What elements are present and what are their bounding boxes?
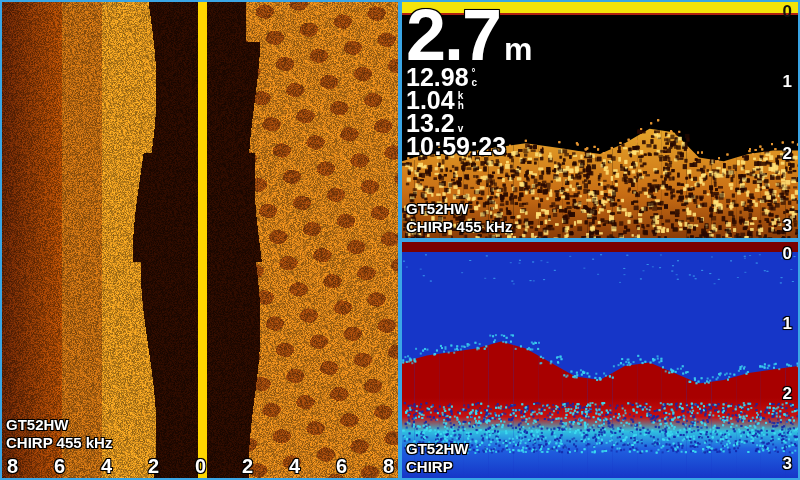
frequency-label: CHIRP (406, 458, 469, 476)
sonar-column: 01232.7m12.98°c1.04kh13.2v10:59:23GT52HW… (400, 0, 800, 480)
range-tick: 6 (54, 454, 65, 478)
readout-unit: kh (458, 91, 464, 111)
transducer-label: GT52HW (406, 440, 469, 458)
panel-labels: GT52HWCHIRP 455 kHz (406, 200, 512, 236)
depth-tick: 0 (783, 2, 792, 22)
panel-labels: GT52HWCHIRP 455 kHz (6, 416, 112, 452)
surface-bar (402, 242, 798, 252)
panel-labels: GT52HWCHIRP (406, 440, 469, 476)
readout-unit: v (458, 124, 464, 134)
range-tick: 8 (383, 454, 394, 478)
unit-part: v (458, 124, 464, 134)
range-tick: 0 (195, 454, 206, 478)
transducer-label: GT52HW (6, 416, 112, 434)
readout-value: 1.04 (406, 89, 455, 112)
range-tick: 2 (242, 454, 253, 478)
readouts: 2.7m12.98°c1.04kh13.2v10:59:23 (406, 4, 533, 158)
readout-row: 13.2v (406, 112, 533, 135)
depth-tick: 3 (783, 216, 792, 236)
side-scan-image (2, 2, 398, 478)
range-tick: 4 (101, 454, 112, 478)
readout-row: 12.98°c (406, 66, 533, 89)
depth-value: 2.7 (406, 4, 500, 66)
frequency-label: CHIRP 455 kHz (406, 218, 512, 236)
side-scan-panel: GT52HWCHIRP 455 kHz864202468 (0, 0, 400, 480)
depth-tick: 2 (783, 384, 792, 404)
unit-part: ° (472, 68, 478, 78)
depth-tick: 1 (783, 72, 792, 92)
depth-tick: 2 (783, 144, 792, 164)
range-scale: 8 6 4 2 0 2 4 6 8 (2, 454, 398, 478)
range-tick: 2 (148, 454, 159, 478)
depth-tick: 1 (783, 314, 792, 334)
range-tick: 6 (336, 454, 347, 478)
unit-part: k (458, 91, 464, 101)
readout-value: 13.2 (406, 112, 455, 135)
unit-part: h (458, 101, 464, 111)
sonar-2d-panel: 01232.7m12.98°c1.04kh13.2v10:59:23GT52HW… (400, 0, 800, 240)
clock: 10:59:23 (406, 135, 533, 158)
range-tick: 8 (7, 454, 18, 478)
frequency-label: CHIRP 455 kHz (6, 434, 112, 452)
readout-value: 12.98 (406, 66, 469, 89)
range-tick: 4 (289, 454, 300, 478)
depth-unit: m (504, 33, 532, 65)
readout-row: 1.04kh (406, 89, 533, 112)
readout-unit: °c (472, 68, 478, 88)
depth-tick: 0 (783, 244, 792, 264)
transducer-label: GT52HW (406, 200, 512, 218)
unit-part: c (472, 78, 478, 88)
chirp-panel: 0 1 2 3 GT52HWCHIRP (400, 240, 800, 480)
depth-tick: 3 (783, 454, 792, 474)
depth-readout: 2.7m (406, 4, 533, 66)
